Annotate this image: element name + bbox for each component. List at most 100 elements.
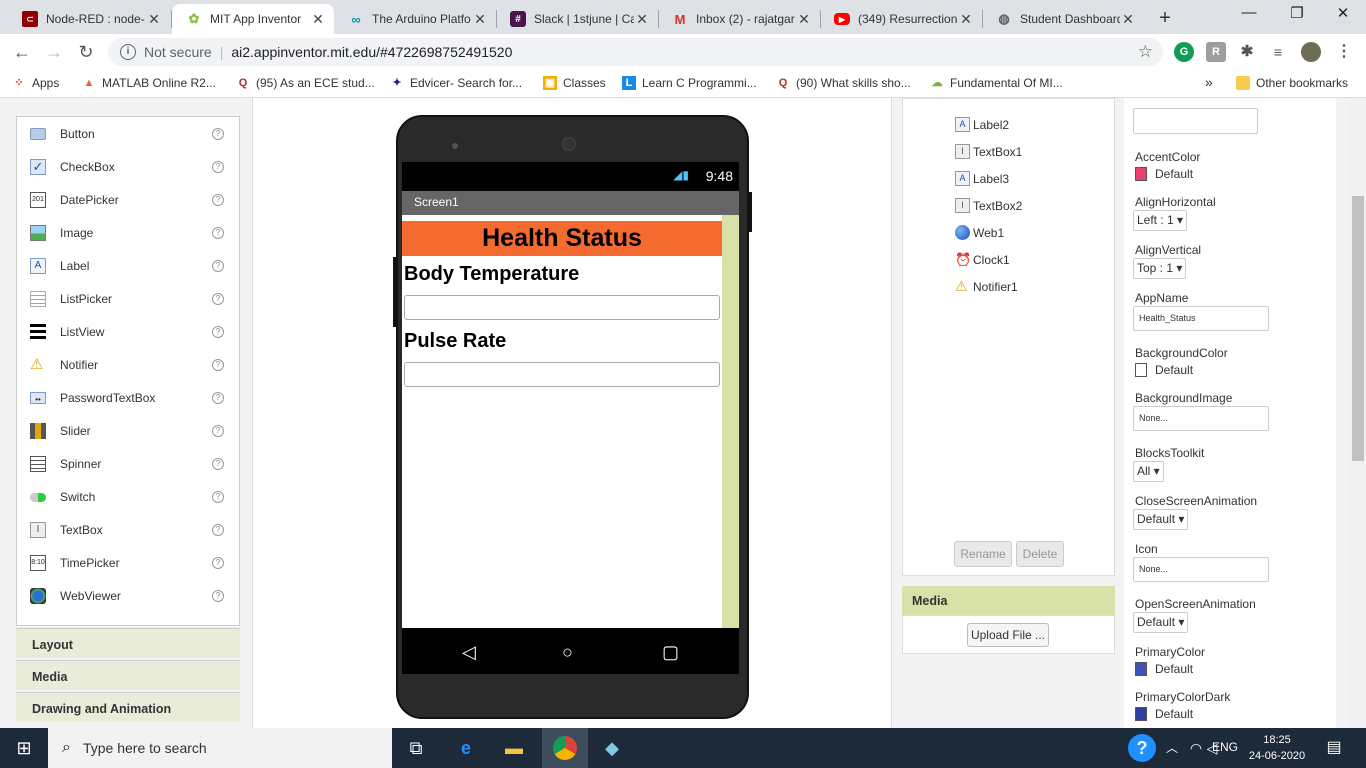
textbox2-field[interactable] [404,362,720,387]
help-icon[interactable]: ? [1128,734,1156,762]
help-icon[interactable]: ? [212,424,224,437]
tab-slack[interactable]: # Slack | 1stjune | Ca ✕ [496,4,658,34]
grammarly-icon[interactable]: G [1174,42,1194,62]
notification-icon[interactable]: ▤ [1320,734,1348,762]
edge-icon[interactable]: e [452,734,480,762]
bookmark-learn-c[interactable]: L Learn C Programmi... [622,76,757,90]
accent-color-picker[interactable]: Default [1135,167,1193,181]
palette-item-label[interactable]: A Label ? [17,249,239,282]
close-window-button[interactable]: ✕ [1328,4,1358,22]
upload-file-button[interactable]: Upload File ... [967,623,1049,647]
close-icon[interactable]: ✕ [634,11,650,28]
taskbar-clock[interactable]: 18:25 24-06-2020 [1248,732,1306,764]
primary-color-dark-picker[interactable]: Default [1135,707,1193,721]
bookmark-edvicer[interactable]: ✦ Edvicer- Search for... [390,76,522,90]
help-icon[interactable]: ? [212,292,224,305]
windows-start-icon[interactable]: ⊞ [10,734,38,762]
component-clock1[interactable]: ⏰ Clock1 [955,252,1010,267]
forward-icon[interactable]: → [44,42,64,63]
textbox1-field[interactable] [404,295,720,320]
component-textbox1[interactable]: I TextBox1 [955,144,1022,159]
app-icon[interactable]: ◆ [598,734,626,762]
close-icon[interactable]: ✕ [472,11,488,28]
avatar[interactable] [1301,42,1321,62]
body-temperature-label[interactable]: Body Temperature [404,263,579,286]
palette-item-datepicker[interactable]: 201 DatePicker ? [17,183,239,216]
reload-icon[interactable]: ↻ [76,42,96,63]
bookmark-quora-2[interactable]: Q (90) What skills sho... [776,76,911,90]
info-icon[interactable]: i [120,44,136,60]
about-screen-textarea[interactable] [1133,108,1258,134]
help-icon[interactable]: ? [212,358,224,371]
back-icon[interactable]: ← [12,42,32,63]
delete-button[interactable]: Delete [1016,541,1064,567]
address-bar[interactable]: i Not secure | ai2.appinventor.mit.edu/#… [108,38,1163,66]
component-label3[interactable]: A Label3 [955,171,1009,186]
help-icon[interactable]: ? [212,556,224,569]
component-web1[interactable]: Web1 [955,225,1004,240]
bookmarks-overflow[interactable]: » [1205,74,1213,90]
close-screen-animation-select[interactable]: Default ▾ [1133,509,1189,530]
palette-item-webviewer[interactable]: WebViewer ? [17,579,239,612]
new-tab-button[interactable]: + [1155,7,1175,30]
palette-item-timepicker[interactable]: 8:10 TimePicker ? [17,546,239,579]
palette-item-listpicker[interactable]: ListPicker ? [17,282,239,315]
palette-item-switch[interactable]: Switch ? [17,480,239,513]
taskbar-search[interactable]: ⌕ Type here to search [48,728,392,768]
bookmark-apps[interactable]: ⁘ Apps [12,76,59,90]
task-view-icon[interactable]: ⧉ [402,734,430,762]
primary-color-picker[interactable]: Default [1135,662,1193,676]
close-icon[interactable]: ✕ [796,11,812,28]
language-indicator[interactable]: ENG [1212,740,1238,754]
tab-gmail[interactable]: M Inbox (2) - rajatgar ✕ [658,4,820,34]
background-color-picker[interactable]: Default [1135,363,1193,377]
help-icon[interactable]: ? [212,193,224,206]
bookmark-matlab[interactable]: ▲ MATLAB Online R2... [82,76,216,90]
tab-youtube[interactable]: ▶ (349) Resurrection ✕ [820,4,982,34]
scrollbar-thumb[interactable] [1352,196,1364,461]
align-vertical-select[interactable]: Top : 1 ▾ [1133,258,1187,279]
help-icon[interactable]: ? [212,523,224,536]
open-screen-animation-select[interactable]: Default ▾ [1133,612,1189,633]
puzzle-icon[interactable]: ✱ [1237,42,1257,62]
app-name-field[interactable]: Health_Status [1133,306,1269,331]
help-icon[interactable]: ? [212,226,224,239]
palette-category-drawing[interactable]: Drawing and Animation [16,692,240,722]
menu-icon[interactable]: ⋮ [1334,42,1354,62]
background-image-field[interactable]: None... [1133,406,1269,431]
palette-category-layout[interactable]: Layout [16,628,240,658]
help-icon[interactable]: ? [212,127,224,140]
screen-title-bar[interactable]: Screen1 [402,191,739,215]
close-icon[interactable]: ✕ [958,11,974,28]
palette-item-checkbox[interactable]: ✓ CheckBox ? [17,150,239,183]
minimize-button[interactable]: — [1234,4,1264,21]
help-icon[interactable]: ? [212,391,224,404]
tab-mit-app-inventor[interactable]: ✿ MIT App Inventor ✕ [172,4,334,34]
file-explorer-icon[interactable]: ▬ [500,734,528,762]
palette-item-textbox[interactable]: I TextBox ? [17,513,239,546]
palette-item-spinner[interactable]: Spinner ? [17,447,239,480]
health-status-label[interactable]: Health Status [402,221,722,256]
page-scrollbar[interactable] [1350,98,1366,728]
palette-category-media[interactable]: Media [16,660,240,690]
tab-student-dashboard[interactable]: ◍ Student Dashboard ✕ [982,4,1144,34]
palette-item-passwordtextbox[interactable]: •• PasswordTextBox ? [17,381,239,414]
bookmark-classes[interactable]: ▣ Classes [543,76,606,90]
phone-screen[interactable]: Health Status Body Temperature Pulse Rat… [402,215,739,628]
chrome-taskbar-button[interactable] [542,728,588,768]
bookmark-other[interactable]: Other bookmarks [1236,76,1348,90]
home-nav-icon[interactable]: ○ [562,642,573,663]
close-icon[interactable]: ✕ [1120,11,1136,28]
help-icon[interactable]: ? [212,589,224,602]
bookmark-quora-1[interactable]: Q (95) As an ECE stud... [236,76,375,90]
close-icon[interactable]: ✕ [310,11,326,28]
star-icon[interactable]: ☆ [1138,42,1153,62]
restore-button[interactable]: ❐ [1282,4,1312,22]
tab-node-red[interactable]: ⊂ Node-RED : node- ✕ [8,4,170,34]
pulse-rate-label[interactable]: Pulse Rate [404,330,506,353]
back-nav-icon[interactable]: ◁ [462,642,476,663]
help-icon[interactable]: ? [212,259,224,272]
component-textbox2[interactable]: I TextBox2 [955,198,1022,213]
extension-icon[interactable]: R [1206,42,1226,62]
palette-item-notifier[interactable]: ⚠ Notifier ? [17,348,239,381]
